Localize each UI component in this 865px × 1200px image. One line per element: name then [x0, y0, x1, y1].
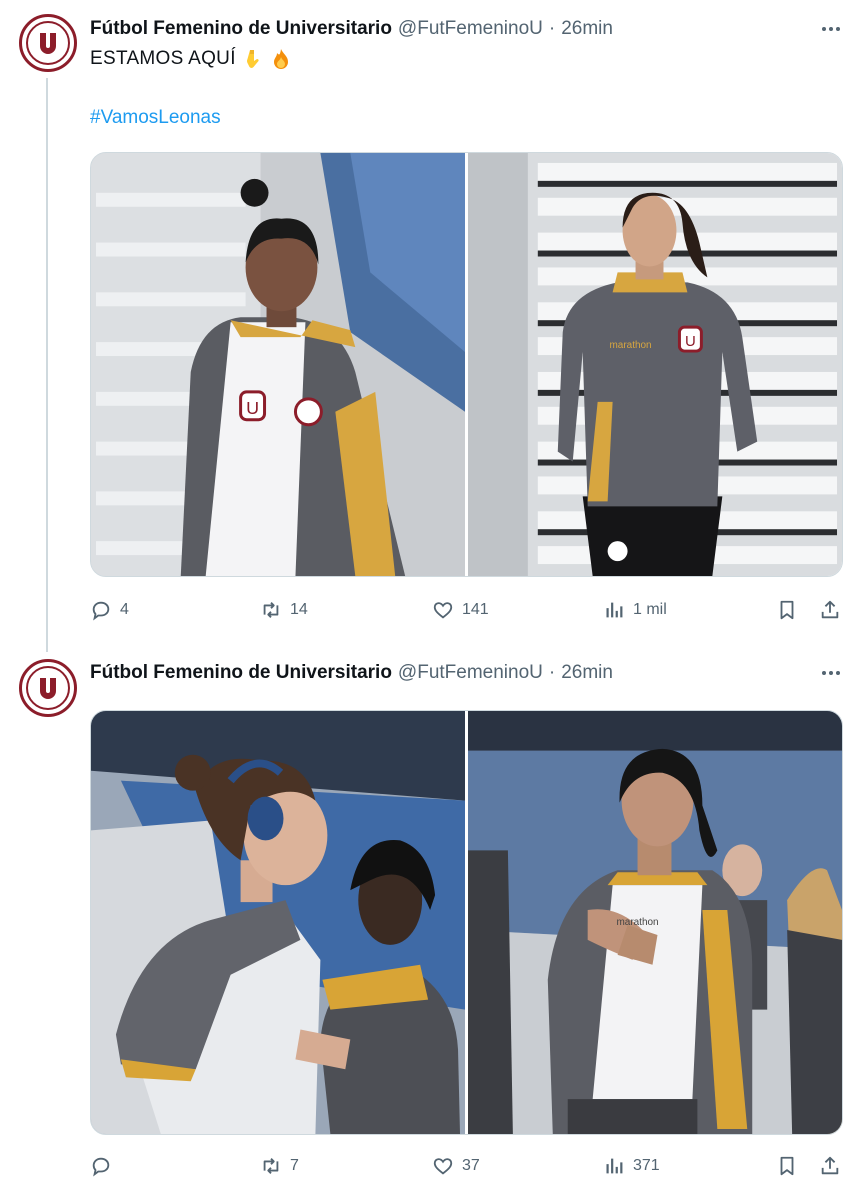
retweet-button[interactable]: 7: [260, 1153, 299, 1179]
bookmark-icon: [780, 600, 794, 620]
photo[interactable]: U marathon: [468, 153, 842, 576]
photo[interactable]: U: [91, 153, 465, 576]
retweet-count: 7: [290, 1157, 299, 1174]
player-headphones-photo: [91, 711, 465, 1134]
tweet-actions: 7 37 371: [90, 1153, 845, 1179]
separator: ·: [548, 662, 556, 683]
views-button[interactable]: 371: [603, 1153, 660, 1179]
retweet-button[interactable]: 14: [260, 597, 308, 623]
author-name[interactable]: Fútbol Femenino de Universitario: [90, 18, 392, 40]
bookmark-icon: [780, 1156, 794, 1176]
author-handle[interactable]: @FutFemeninoU: [398, 18, 543, 40]
reply-icon: [92, 1157, 110, 1177]
svg-text:marathon: marathon: [610, 340, 652, 351]
universitario-logo: [40, 33, 56, 54]
photo[interactable]: marathon: [468, 711, 842, 1134]
tweet-media[interactable]: marathon: [90, 710, 843, 1135]
player-walking-photo: U marathon: [468, 153, 842, 576]
author-handle[interactable]: @FutFemeninoU: [398, 662, 543, 684]
tweet-header: Fútbol Femenino de Universitario @FutFem…: [90, 661, 613, 685]
like-button[interactable]: 37: [432, 1153, 480, 1179]
retweet-icon: [263, 602, 279, 618]
pointing-down-emoji-icon: [246, 50, 259, 68]
reply-count: 4: [120, 601, 129, 618]
more-icon[interactable]: [819, 661, 843, 685]
reply-button[interactable]: [90, 1153, 120, 1179]
bookmark-button[interactable]: [776, 1153, 798, 1179]
reply-button[interactable]: 4: [90, 597, 129, 623]
fire-emoji-icon: [273, 49, 288, 69]
tweet[interactable]: Fútbol Femenino de Universitario @FutFem…: [0, 0, 865, 652]
timestamp[interactable]: 26min: [561, 662, 613, 684]
avatar[interactable]: [19, 659, 77, 717]
like-icon: [433, 602, 453, 619]
view-count: 1 mil: [633, 601, 667, 618]
share-icon: [821, 600, 839, 619]
share-icon: [821, 1156, 839, 1175]
player-clapping-photo: marathon: [468, 711, 842, 1134]
share-button[interactable]: [819, 1153, 841, 1179]
tweet-header: Fútbol Femenino de Universitario @FutFem…: [90, 17, 613, 41]
player-hoodie-photo: U: [91, 153, 465, 576]
reply-icon: [92, 601, 110, 621]
universitario-logo: [40, 678, 56, 699]
like-icon: [433, 1158, 453, 1175]
avatar[interactable]: [19, 14, 77, 72]
retweet-count: 14: [290, 601, 308, 618]
hashtag-link[interactable]: #VamosLeonas: [90, 107, 221, 129]
views-icon: [606, 602, 623, 618]
like-count: 141: [462, 601, 489, 618]
like-count: 37: [462, 1157, 480, 1174]
bookmark-button[interactable]: [776, 597, 798, 623]
view-count: 371: [633, 1157, 660, 1174]
photo[interactable]: [91, 711, 465, 1134]
separator: ·: [548, 18, 556, 39]
svg-text:marathon: marathon: [616, 917, 658, 928]
tweet[interactable]: Fútbol Femenino de Universitario @FutFem…: [0, 648, 865, 1200]
more-icon[interactable]: [819, 17, 843, 41]
share-button[interactable]: [819, 597, 841, 623]
retweet-icon: [263, 1158, 279, 1174]
timestamp[interactable]: 26min: [561, 18, 613, 40]
svg-text:U: U: [685, 333, 696, 350]
tweet-actions: 4 14 141 1 mil: [90, 597, 845, 623]
tweet-media[interactable]: U U marathon: [90, 152, 843, 577]
author-name[interactable]: Fútbol Femenino de Universitario: [90, 662, 392, 684]
like-button[interactable]: 141: [432, 597, 489, 623]
views-icon: [606, 1158, 623, 1174]
views-button[interactable]: 1 mil: [603, 597, 667, 623]
tweet-text-content: ESTAMOS AQUÍ: [90, 48, 236, 69]
thread-line: [46, 78, 48, 652]
tweet-text: ESTAMOS AQUÍ: [90, 48, 292, 70]
svg-text:U: U: [246, 398, 259, 418]
